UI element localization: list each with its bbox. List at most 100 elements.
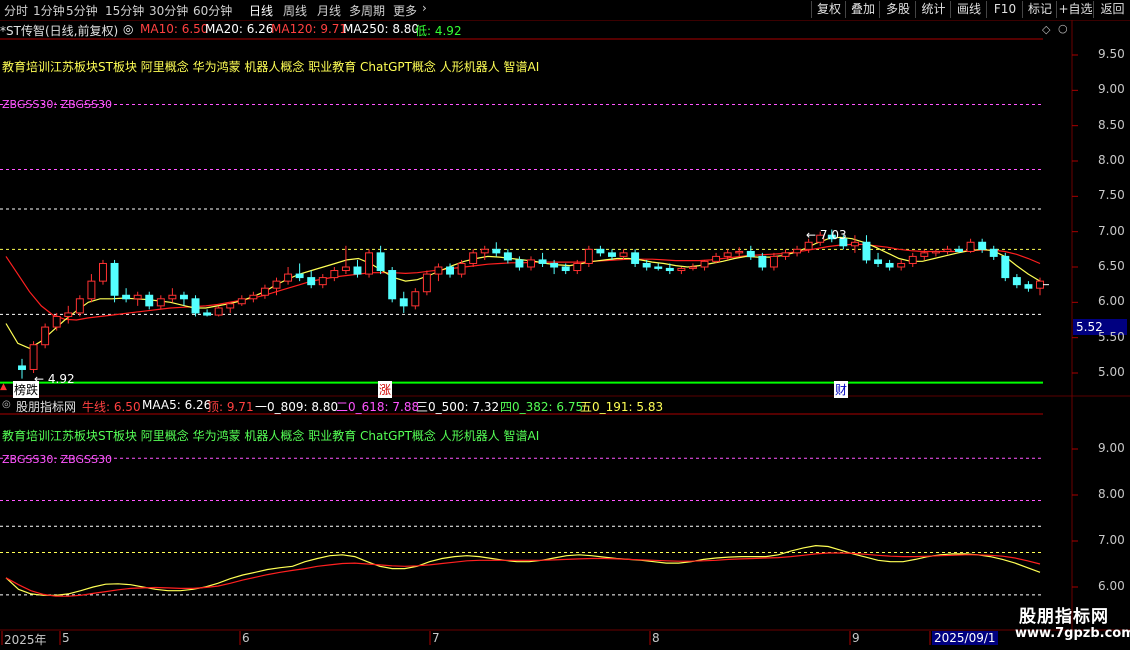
candle-body-49 [584,248,593,264]
candle-body-28 [341,266,350,272]
candle-body-59 [700,260,709,268]
candle-body-15 [191,298,200,314]
max-price-value: 7.03 [819,228,847,242]
candle-body-44 [527,259,535,268]
candle-body-73 [862,241,871,261]
candle-body-52 [619,252,628,257]
sub-panel-menu-icon[interactable]: ◎ [2,399,11,410]
main-title-dropdown-icon[interactable]: ◎ [123,22,133,36]
main-ytick-label-7: 8.50 [1098,117,1125,132]
candle-body-17 [214,307,223,316]
candle-body-29 [353,266,362,275]
candle-body-31 [376,252,385,272]
candle-body-77 [908,255,917,264]
candle-body-63 [746,250,755,257]
main-ytick-label-2: 6.00 [1098,294,1125,309]
logo-url: www.7gpzb.com [1015,626,1130,641]
candle-body-61 [723,252,732,257]
candle-body-48 [573,262,582,272]
maa5-label: MAA5: 6.26 [142,398,212,412]
main-ytick-label-3: 6.50 [1098,259,1125,273]
candle-body-62 [735,250,744,254]
marker-rise[interactable]: 涨 [378,381,393,398]
candle-body-76 [897,262,906,268]
candle-body-3 [52,315,61,328]
low-label: 低: 4.92 [415,24,462,38]
candle-body-53 [631,252,640,264]
candle-body-22 [272,280,281,289]
main-ytick-label-9: 9.50 [1098,47,1125,61]
candle-body-79 [931,250,940,254]
l5-label: 五0_191: 5.83 [580,400,664,414]
candle-body-30 [365,252,374,275]
candle-body-60 [712,255,721,262]
candle-body-9 [122,294,131,300]
ma10-label: MA10: 6.50 [140,22,209,36]
main-zbg-label: ZBGSS30: ZBGSS30 [2,98,112,111]
candle-body-85 [1001,255,1010,279]
candle-body-19 [237,298,246,305]
xaxis-label-4: 8 [652,631,660,645]
sub-ytick-label-2: 8.00 [1098,487,1125,501]
candle-body-21 [260,287,269,296]
candle-body-57 [677,267,686,272]
candle-body-24 [295,273,304,279]
max-price-label: ← 7.03 [806,228,847,242]
sub-zbg-label: ZBGSS30: ZBGSS30 [2,453,112,466]
candle-body-10 [133,294,142,300]
ding-label: 顶: 9.71 [207,400,254,414]
candle-body-39 [469,252,478,264]
candle-body-6 [87,280,96,300]
candle-body-34 [411,291,420,307]
candle-body-5 [75,298,84,314]
xaxis-label-2: 6 [242,631,250,645]
main-ytick-label-5: 7.50 [1098,188,1125,203]
candle-body-54 [642,262,651,268]
candle-body-74 [874,259,883,264]
candle-body-7 [99,262,107,282]
candle-body-88 [1036,280,1044,289]
candle-body-2 [41,326,50,346]
candle-body-66 [781,252,790,257]
candle-body-43 [515,259,524,268]
candle-body-35 [422,273,431,293]
sub-ytick-label-1: 7.00 [1098,533,1125,547]
candle-body-26 [318,277,327,286]
panel-close-icon[interactable]: ○ [1058,22,1068,35]
sub-concepts: 教育培训江苏板块ST板块 阿里概念 华为鸿蒙 机器人概念 职业教育 ChatGP… [2,429,540,443]
candle-body-23 [284,273,293,282]
candle-body-25 [307,277,316,286]
main-concepts: 教育培训江苏板块ST板块 阿里概念 华为鸿蒙 机器人概念 职业教育 ChatGP… [2,60,540,74]
candle-body-86 [1012,277,1021,286]
candle-body-55 [654,266,663,269]
xaxis-label-1: 5 [62,631,70,645]
candle-body-32 [388,270,397,300]
candle-body-82 [966,241,975,252]
sub-ytick-label-3: 9.00 [1098,441,1125,455]
candle-body-14 [179,294,188,300]
sub-ytick-label-0: 6.00 [1098,579,1125,593]
ma20-label: MA20: 6.26 [205,22,274,36]
candle-body-20 [249,294,258,300]
candle-body-42 [503,252,512,261]
candle-body-41 [492,248,501,254]
l1-label: 一0_809: 8.80 [255,400,339,414]
candle-body-8 [110,262,119,296]
candle-body-45 [538,259,547,264]
ma-fast-line [5,236,1041,349]
candle-body-37 [446,266,454,275]
candle-body-51 [608,252,616,257]
l3-label: 三0_500: 7.32 [416,400,500,414]
candle-body-12 [156,298,165,307]
candle-body-67 [793,248,802,254]
marker-finance[interactable]: 财 [834,381,849,398]
candle-body-87 [1024,284,1033,289]
candle-body-84 [989,248,998,257]
main-ytick-label-0: 5.00 [1098,365,1125,379]
candle-body-56 [665,267,674,272]
marker-rank-fall[interactable]: 榜跌 [13,381,40,398]
panel-expand-icon[interactable]: ◇ [1042,23,1050,36]
stock-chart [0,20,1130,645]
ma250-label: MA250: 8.80 [343,22,420,36]
candle-body-83 [978,241,987,250]
